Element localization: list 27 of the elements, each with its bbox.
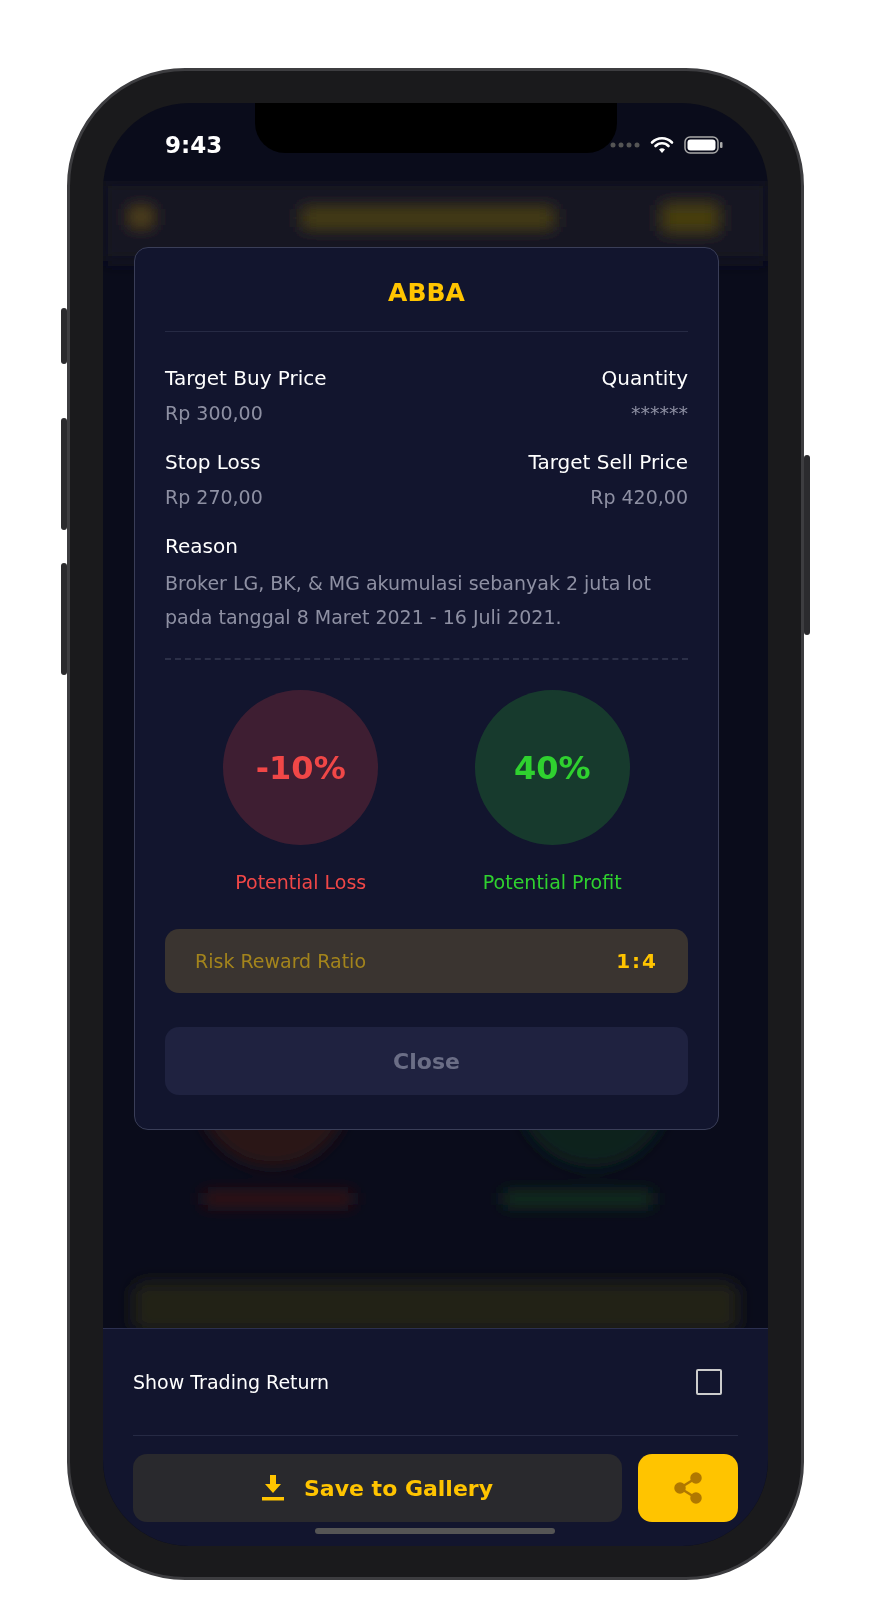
percentage-value: 40%: [513, 748, 591, 787]
field-value: Rp 300,00: [165, 402, 263, 424]
field-label: Quantity: [601, 366, 688, 390]
battery-icon: [684, 135, 724, 155]
wifi-icon: [650, 136, 674, 154]
percentage-value: -10%: [255, 748, 346, 787]
field-label: Target Sell Price: [528, 450, 688, 474]
download-icon: [262, 1475, 284, 1501]
field-value: Rp 420,00: [590, 486, 688, 508]
share-icon: [673, 1472, 703, 1504]
option-label: Show Trading Return: [133, 1371, 330, 1393]
risk-reward-value: 1:4: [616, 949, 658, 973]
potential-label: Potential Profit: [482, 871, 622, 893]
field-value: Rp 270,00: [165, 486, 263, 508]
field-label: Target Buy Price: [165, 366, 327, 390]
share-button[interactable]: [638, 1454, 738, 1522]
checkbox[interactable]: [696, 1369, 722, 1395]
field-label: Stop Loss: [165, 450, 261, 474]
potential-label: Potential Loss: [235, 871, 367, 893]
risk-reward-label: Risk Reward Ratio: [195, 950, 366, 972]
reason-text: Broker LG, BK, & MG akumulasi sebanyak 2 juta lot pada tanggal 8 Maret 2021 - 16 Juli 2021.: [165, 571, 652, 630]
save-to-gallery-button[interactable]: Save to Gallery: [133, 1454, 622, 1522]
stock-ticker-title: ABBA: [165, 248, 688, 332]
clock-time: 9:43: [165, 131, 223, 158]
signal-icon: [610, 142, 640, 148]
field-value: ******: [631, 402, 688, 424]
reason-label: Reason: [165, 534, 239, 558]
